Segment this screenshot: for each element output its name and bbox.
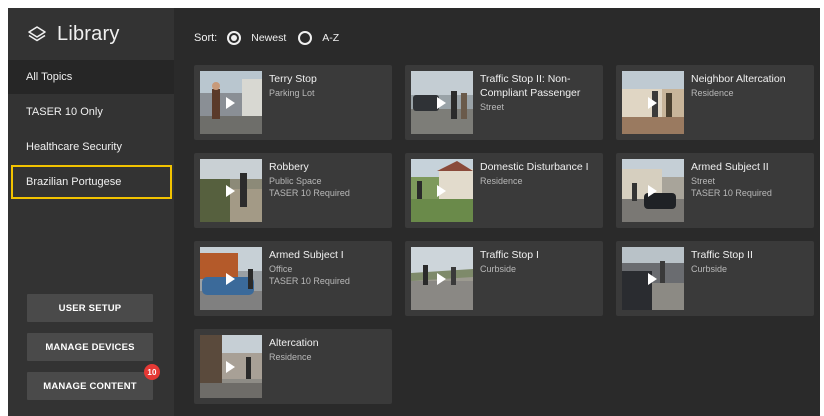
user-setup-button[interactable]: USER SETUP: [27, 294, 153, 322]
scenario-requirement: TASER 10 Required: [691, 188, 772, 198]
play-icon: [226, 273, 235, 285]
scenario-card[interactable]: Armed Subject II Street TASER 10 Require…: [616, 153, 814, 228]
scenario-thumbnail: [622, 247, 684, 310]
scenario-location: Curbside: [691, 264, 728, 274]
scenario-location: Office: [269, 264, 293, 274]
scenario-location: Street: [480, 102, 505, 112]
scenario-thumbnail: [622, 71, 684, 134]
library-title: Library: [57, 22, 120, 45]
manage-content-button[interactable]: MANAGE CONTENT 10: [27, 364, 160, 400]
scenario-card[interactable]: Robbery Public Space TASER 10 Required: [194, 153, 392, 228]
scenario-thumbnail: [411, 71, 473, 134]
play-icon: [437, 185, 446, 197]
scenario-title: Traffic Stop II: [691, 249, 753, 261]
manage-content-label: MANAGE CONTENT: [43, 380, 137, 392]
scenario-requirement: TASER 10 Required: [269, 276, 350, 286]
scenario-thumbnail: [200, 71, 262, 134]
play-icon: [648, 185, 657, 197]
play-icon: [437, 97, 446, 109]
scenario-title: Robbery: [269, 161, 309, 173]
sidebar: Library All Topics TASER 10 Only Healthc…: [8, 8, 174, 416]
scenario-card[interactable]: Terry Stop Parking Lot: [194, 65, 392, 140]
scenario-card[interactable]: Traffic Stop II Curbside: [616, 241, 814, 316]
sort-az-label[interactable]: A-Z: [322, 32, 339, 44]
sort-newest-radio[interactable]: [227, 31, 242, 45]
app-window: Library All Topics TASER 10 Only Healthc…: [8, 8, 820, 416]
scenario-card[interactable]: Domestic Disturbance I Residence: [405, 153, 603, 228]
layers-icon: [27, 24, 47, 44]
scenario-location: Street: [691, 176, 716, 186]
scenario-title: Armed Subject I: [269, 249, 344, 261]
scenario-title: Altercation: [269, 337, 319, 349]
scenario-title: Neighbor Altercation: [691, 73, 786, 85]
scenario-title: Terry Stop: [269, 73, 317, 85]
scenario-location: Curbside: [480, 264, 517, 274]
scenario-card[interactable]: Traffic Stop II: Non-Compliant Passenger…: [405, 65, 603, 140]
scenario-location: Residence: [480, 176, 523, 186]
play-icon: [226, 185, 235, 197]
sort-bar: Sort: Newest A-Z: [194, 28, 351, 48]
scenario-card[interactable]: Neighbor Altercation Residence: [616, 65, 814, 140]
play-icon: [226, 361, 235, 373]
scenario-location: Residence: [691, 88, 734, 98]
scenario-thumbnail: [200, 159, 262, 222]
scenario-thumbnail: [622, 159, 684, 222]
play-icon: [437, 273, 446, 285]
scenario-requirement: TASER 10 Required: [269, 188, 350, 198]
scenario-thumbnail: [411, 247, 473, 310]
topic-taser-10-only[interactable]: TASER 10 Only: [8, 95, 174, 129]
sort-label: Sort:: [194, 32, 218, 44]
play-icon: [648, 273, 657, 285]
scenario-thumbnail: [200, 335, 262, 398]
scenario-card[interactable]: Traffic Stop I Curbside: [405, 241, 603, 316]
library-header: Library: [8, 8, 174, 60]
sort-az-radio[interactable]: [298, 31, 313, 45]
scenario-thumbnail: [200, 247, 262, 310]
scenario-card[interactable]: Armed Subject I Office TASER 10 Required: [194, 241, 392, 316]
scenario-title: Armed Subject II: [691, 161, 769, 173]
scenario-title: Traffic Stop I: [480, 249, 539, 261]
topic-all-topics[interactable]: All Topics: [8, 60, 174, 94]
scenario-title: Domestic Disturbance I: [480, 161, 589, 173]
notification-badge: 10: [144, 364, 160, 380]
scenario-card[interactable]: Altercation Residence: [194, 329, 392, 404]
play-icon: [226, 97, 235, 109]
play-icon: [648, 97, 657, 109]
scenario-location: Parking Lot: [269, 88, 315, 98]
scenario-thumbnail: [411, 159, 473, 222]
scenario-location: Residence: [269, 352, 312, 362]
sort-newest-label[interactable]: Newest: [251, 32, 286, 44]
topic-healthcare-security[interactable]: Healthcare Security: [8, 130, 174, 164]
manage-devices-button[interactable]: MANAGE DEVICES: [27, 333, 153, 361]
topic-brazilian-portugese[interactable]: Brazilian Portugese: [11, 165, 172, 199]
scenario-location: Public Space: [269, 176, 322, 186]
scenario-title: Traffic Stop II: Non-Compliant Passenger: [480, 73, 581, 99]
